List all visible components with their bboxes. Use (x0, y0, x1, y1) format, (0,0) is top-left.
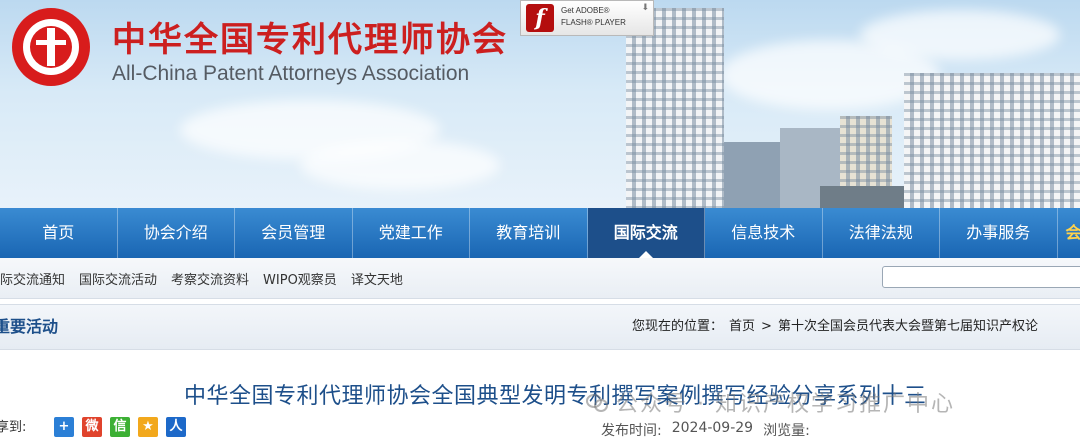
breadcrumb-home[interactable]: 首页 (729, 305, 755, 349)
nav-item-about[interactable]: 协会介绍 (118, 208, 235, 258)
nav-item-it[interactable]: 信息技术 (705, 208, 823, 258)
flash-badge-line1: Get ADOBE® (561, 6, 610, 15)
weibo-share-icon[interactable]: 微 (82, 417, 102, 437)
nav-item-law[interactable]: 法律法规 (823, 208, 940, 258)
right-building (904, 73, 1080, 208)
subnav-item-notice[interactable]: 际交流通知 (0, 269, 65, 288)
nav-item-services[interactable]: 办事服务 (940, 208, 1058, 258)
nav-item-party[interactable]: 党建工作 (353, 208, 470, 258)
subnav-item-materials[interactable]: 考察交流资料 (171, 269, 249, 288)
section-header: 重要活动 您现在的位置： 首页 > 第十次全国会员代表大会暨第七届知识产权论 (0, 304, 1080, 350)
watermark-text: 公众号 · 知识产权学习推广中心 (616, 392, 955, 417)
subnav-item-wipo[interactable]: WIPO观察员 (263, 269, 337, 288)
flash-player-badge[interactable]: f Get ADOBE® FLASH® PLAYER ⬇ (520, 0, 654, 36)
share-label: 享到: (0, 420, 27, 435)
qzone-share-icon[interactable]: ★ (138, 417, 158, 437)
section-title: 重要活动 (0, 317, 59, 336)
watermark: 公众号 · 知识产权学习推广中心 (586, 386, 955, 418)
publish-date: 2024-09-29 (671, 420, 754, 436)
flash-badge-line2: FLASH® PLAYER (561, 18, 626, 27)
wechat-share-icon[interactable]: 信 (110, 417, 130, 437)
subnav-item-activities[interactable]: 国际交流活动 (79, 269, 157, 288)
breadcrumb: 您现在的位置： 首页 > 第十次全国会员代表大会暨第七届知识产权论 (632, 305, 1044, 349)
renren-share-icon[interactable]: 人 (166, 417, 186, 437)
main-nav: 首页 协会介绍 会员管理 党建工作 教育培训 国际交流 信息技术 法律法规 办事… (0, 208, 1080, 258)
tower-building (626, 8, 724, 208)
page: 中华全国专利代理师协会 All-China Patent Attorneys A… (0, 0, 1080, 444)
low-building (820, 186, 910, 208)
sub-nav: 际交流通知 国际交流活动 考察交流资料 WIPO观察员 译文天地 (0, 258, 1080, 299)
flash-icon: f (526, 4, 554, 32)
share-icons: + 微 信 ★ 人 (54, 417, 194, 437)
association-logo[interactable] (12, 8, 90, 86)
nav-item-president[interactable]: 会长 (1058, 208, 1080, 258)
site-title-en: All-China Patent Attorneys Association (112, 62, 470, 85)
nav-item-home[interactable]: 首页 (0, 208, 118, 258)
article-meta: 发布时间: 2024-09-29 浏览量: (601, 420, 820, 440)
nav-item-training[interactable]: 教育培训 (470, 208, 588, 258)
plus-share-icon[interactable]: + (54, 417, 74, 437)
subnav-item-translation[interactable]: 译文天地 (351, 269, 403, 288)
header-banner: 中华全国专利代理师协会 All-China Patent Attorneys A… (0, 0, 1080, 208)
breadcrumb-current[interactable]: 第十次全国会员代表大会暨第七届知识产权论 (778, 305, 1038, 349)
nav-item-members[interactable]: 会员管理 (235, 208, 353, 258)
publish-label: 发布时间: (601, 423, 662, 439)
download-arrow-icon: ⬇ (641, 3, 649, 13)
search-input[interactable] (882, 266, 1080, 288)
views-label: 浏览量: (763, 423, 810, 439)
breadcrumb-separator: > (761, 319, 772, 334)
breadcrumb-label: 您现在的位置： (632, 319, 724, 334)
nav-item-international[interactable]: 国际交流 (587, 208, 705, 258)
wechat-watermark-icon (586, 392, 608, 412)
site-title-cn: 中华全国专利代理师协会 (112, 20, 508, 60)
